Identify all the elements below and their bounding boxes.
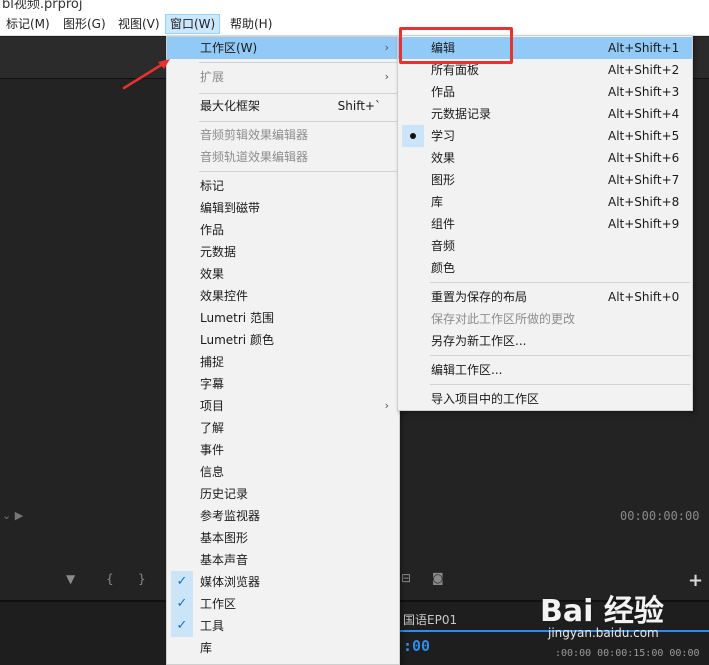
submenu-item-metadata-logging[interactable]: 元数据记录 Alt+Shift+4 [398,103,692,125]
menu-window[interactable]: 窗口(W) [165,14,221,34]
program-timecode: 00:00:00:00 [620,509,700,523]
menu-item-workspaces-panel[interactable]: ✓ 工作区 [167,593,399,615]
export-frame-icon[interactable]: ⊟ [401,571,411,585]
menu-separator [199,171,397,172]
watermark-url: jingyan.baidu.com [548,626,659,640]
submenu-item-learning[interactable]: 学习 Alt+Shift+5 [398,125,692,147]
checkmark-icon: ✓ [171,571,193,593]
camera-icon[interactable]: ◙ [432,571,444,585]
window-title: bl视频.prproj [2,0,83,12]
time-ruler: :00:00 00:00:15:00 00:00 [555,648,700,659]
baidu-watermark: Bai 经验 jingyan.baidu.com [540,586,664,640]
annotation-arrow-icon [122,59,170,90]
menu-item-media-browser[interactable]: ✓ 媒体浏览器 [167,571,399,593]
menu-item-essential-graphics[interactable]: 基本图形 [167,527,399,549]
menu-item-audio-track-effect-editor[interactable]: 音频轨道效果编辑器 [167,146,399,168]
menu-item-learn[interactable]: 了解 [167,417,399,439]
menu-markers[interactable]: 标记(M) [2,14,54,34]
menu-view[interactable]: 视图(V) [114,14,164,34]
menu-item-audio-clip-effect-editor[interactable]: 音频剪辑效果编辑器 [167,124,399,146]
menu-item-effect-controls[interactable]: 效果控件 [167,285,399,307]
dropdown-chevron-icon[interactable]: ⌄ ▶ [2,509,23,522]
add-button[interactable]: + [688,570,703,591]
submenu-item-color[interactable]: 颜色 [398,257,692,279]
menu-item-effects[interactable]: 效果 [167,263,399,285]
menu-separator [430,384,690,385]
workspace-submenu: 编辑 Alt+Shift+1 所有面板 Alt+Shift+2 作品 Alt+S… [397,35,693,411]
menu-item-markers[interactable]: 标记 [167,175,399,197]
checkmark-icon: ✓ [171,593,193,615]
menu-item-maximize-frame[interactable]: 最大化框架 Shift+` [167,95,399,117]
menu-bar: 标记(M) 图形(G) 视图(V) 窗口(W) 帮助(H) [0,12,709,36]
menu-item-extensions[interactable]: 扩展 › [167,66,399,88]
submenu-item-save-as-new[interactable]: 另存为新工作区... [398,330,692,352]
chevron-right-icon: › [384,399,389,412]
window-menu: 工作区(W) › 扩展 › 最大化框架 Shift+` 音频剪辑效果编辑器 音频… [166,36,400,665]
submenu-item-reset-layout[interactable]: 重置为保存的布局 Alt+Shift+0 [398,286,692,308]
menu-item-metadata[interactable]: 元数据 [167,241,399,263]
submenu-item-graphics[interactable]: 图形 Alt+Shift+7 [398,169,692,191]
menu-item-capture[interactable]: 捕捉 [167,351,399,373]
mark-in-icon[interactable]: { [106,572,114,586]
menu-graphics[interactable]: 图形(G) [59,14,110,34]
chevron-right-icon: › [384,41,389,54]
menu-item-history[interactable]: 历史记录 [167,483,399,505]
menu-item-lumetri-color[interactable]: Lumetri 颜色 [167,329,399,351]
menu-separator [199,121,397,122]
menu-item-essential-sound[interactable]: 基本声音 [167,549,399,571]
title-bar: bl视频.prproj [0,0,709,12]
menu-item-project[interactable]: 项目 › [167,395,399,417]
submenu-item-edit-workspaces[interactable]: 编辑工作区... [398,359,692,381]
menu-item-captions[interactable]: 字幕 [167,373,399,395]
chevron-right-icon: › [384,70,389,83]
menu-item-libraries[interactable]: 库 [167,637,399,659]
menu-separator [199,93,397,94]
marker-icon[interactable]: ▼ [66,572,75,586]
checkmark-icon: ✓ [171,615,193,637]
menu-separator [430,355,690,356]
sequence-timecode[interactable]: :00 [403,637,430,655]
menu-item-productions[interactable]: 作品 [167,219,399,241]
menu-item-events[interactable]: 事件 [167,439,399,461]
menu-item-lumetri-scopes[interactable]: Lumetri 范围 [167,307,399,329]
panel-header-right [692,37,709,79]
mark-out-icon[interactable]: } [138,572,146,586]
menu-help[interactable]: 帮助(H) [226,14,276,34]
submenu-item-save-changes[interactable]: 保存对此工作区所做的更改 [398,308,692,330]
menu-item-info[interactable]: 信息 [167,461,399,483]
submenu-item-assembly[interactable]: 组件 Alt+Shift+9 [398,213,692,235]
watermark-logo: Bai 经验 [540,594,664,629]
submenu-item-audio[interactable]: 音频 [398,235,692,257]
sequence-tab[interactable]: 国语EP01 [403,611,457,628]
submenu-item-libraries[interactable]: 库 Alt+Shift+8 [398,191,692,213]
radio-bullet-icon [402,125,424,147]
menu-item-reference-monitor[interactable]: 参考监视器 [167,505,399,527]
submenu-item-import-workspaces[interactable]: 导入项目中的工作区 [398,388,692,410]
menu-item-tools[interactable]: ✓ 工具 [167,615,399,637]
submenu-item-effects[interactable]: 效果 Alt+Shift+6 [398,147,692,169]
submenu-item-productions[interactable]: 作品 Alt+Shift+3 [398,81,692,103]
menu-item-workspace[interactable]: 工作区(W) › [167,37,399,59]
menu-separator [199,62,397,63]
menu-item-edit-to-tape[interactable]: 编辑到磁带 [167,197,399,219]
annotation-highlight-box [399,27,513,64]
menu-separator [430,282,690,283]
